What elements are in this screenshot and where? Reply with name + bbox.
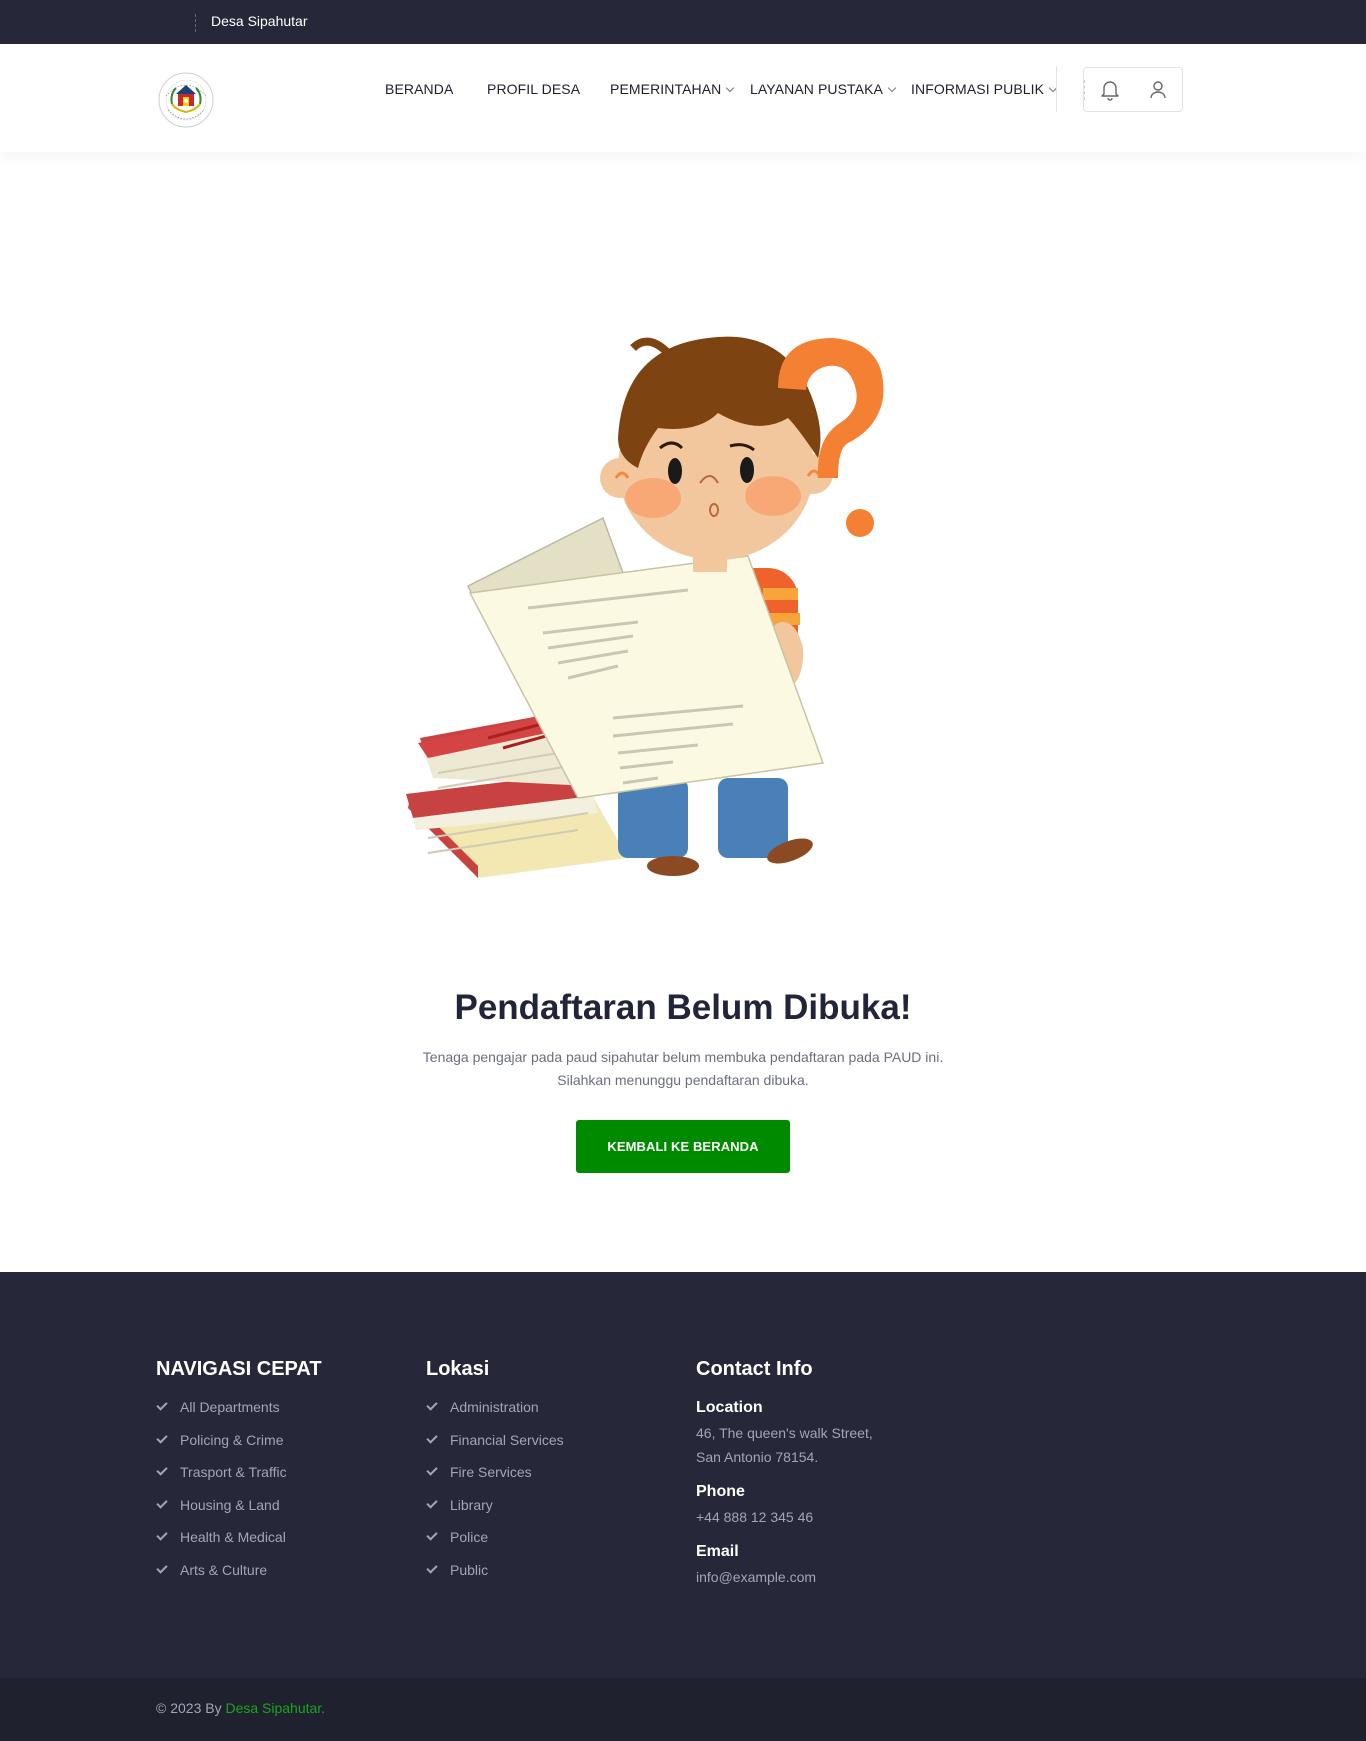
- footer-link[interactable]: Public: [426, 1562, 666, 1595]
- footer-link-label: Trasport & Traffic: [180, 1464, 287, 1480]
- user-icon[interactable]: [1147, 79, 1169, 101]
- footer-contact: Contact Info Location 46, The queen's wa…: [696, 1358, 996, 1603]
- contact-location-label: Location: [696, 1399, 763, 1416]
- back-to-home-button[interactable]: KEMBALI KE BERANDA: [576, 1120, 790, 1173]
- footer-location: Lokasi Administration Financial Services…: [426, 1358, 666, 1594]
- footer-link-label: Fire Services: [450, 1464, 532, 1480]
- footer-link-label: Public: [450, 1561, 489, 1578]
- nav-item-informasi-publik[interactable]: INFORMASI PUBLIK: [911, 81, 1058, 97]
- footer-link-label: Administration: [450, 1399, 539, 1415]
- contact-address-line-2: San Antonio 78154.: [696, 1449, 819, 1465]
- footer-link[interactable]: Policing & Crime: [156, 1432, 396, 1465]
- header-divider: [1056, 66, 1057, 112]
- contact-phone-label: Phone: [696, 1483, 745, 1500]
- footer-link[interactable]: All Departments: [156, 1399, 396, 1432]
- header-actions: [1083, 67, 1183, 112]
- nav-label: PEMERINTAHAN: [610, 81, 722, 97]
- chevron-down-icon: [887, 83, 897, 93]
- copyright-bar: © 2023 By Desa Sipahutar.: [0, 1678, 1366, 1741]
- contact-address-line-1: 46, The queen's walk Street,: [696, 1425, 873, 1441]
- footer-link-label: Police: [450, 1529, 489, 1545]
- bell-icon[interactable]: [1099, 79, 1121, 101]
- footer-link-label: Arts & Culture: [180, 1561, 268, 1578]
- footer-link-label: Library: [450, 1496, 493, 1513]
- footer-link-label: Housing & Land: [180, 1496, 280, 1513]
- footer-link[interactable]: Housing & Land: [156, 1497, 396, 1530]
- nav-label: LAYANAN PUSTAKA: [750, 81, 883, 97]
- copyright-text: © 2023 By Desa Sipahutar.: [156, 1700, 325, 1716]
- check-icon: [156, 1496, 168, 1509]
- footer-link[interactable]: Trasport & Traffic: [156, 1464, 396, 1497]
- nav-label: PROFIL DESA: [487, 81, 581, 97]
- check-icon: [156, 1561, 168, 1574]
- village-logo[interactable]: [156, 70, 216, 130]
- page-title: Pendaftaran Belum Dibuka!: [454, 988, 912, 1027]
- contact-email-label: Email: [696, 1543, 739, 1560]
- footer-contact-title: Contact Info: [696, 1358, 813, 1380]
- description-line-1: Tenaga pengajar pada paud sipahutar belu…: [422, 1049, 944, 1065]
- page-description: Tenaga pengajar pada paud sipahutar belu…: [0, 1046, 1366, 1092]
- check-icon: [426, 1529, 438, 1541]
- contact-email-value[interactable]: info@example.com: [696, 1565, 996, 1589]
- copyright-prefix: © 2023 By: [156, 1700, 222, 1716]
- footer-link-label: Health & Medical: [180, 1529, 286, 1545]
- footer-quick-nav: NAVIGASI CEPAT All Departments Policing …: [156, 1358, 396, 1594]
- nav-item-beranda[interactable]: BERANDA: [385, 81, 453, 97]
- main-header: BERANDA PROFIL DESA PEMERINTAHAN LAYANAN…: [0, 44, 1366, 152]
- check-icon: [156, 1399, 168, 1411]
- nav-item-profil-desa[interactable]: PROFIL DESA: [487, 81, 580, 97]
- nav-label: INFORMASI PUBLIK: [911, 81, 1045, 97]
- footer-link[interactable]: Arts & Culture: [156, 1562, 396, 1595]
- footer-link-label: All Departments: [180, 1399, 280, 1415]
- contact-phone-value[interactable]: +44 888 12 345 46: [696, 1505, 996, 1529]
- nav-item-pemerintahan[interactable]: PEMERINTAHAN: [610, 81, 735, 97]
- footer-link[interactable]: Police: [426, 1529, 666, 1562]
- check-icon: [156, 1464, 168, 1476]
- footer-link[interactable]: Administration: [426, 1399, 666, 1432]
- check-icon: [426, 1561, 438, 1574]
- footer-link[interactable]: Health & Medical: [156, 1529, 396, 1562]
- check-icon: [426, 1399, 438, 1411]
- check-icon: [426, 1464, 438, 1476]
- check-icon: [426, 1496, 438, 1509]
- top-bar-divider: [195, 14, 196, 32]
- contact-location: Location 46, The queen's walk Street, Sa…: [696, 1399, 996, 1469]
- check-icon: [426, 1431, 438, 1444]
- site-footer: NAVIGASI CEPAT All Departments Policing …: [0, 1272, 1366, 1678]
- copyright-brand-link[interactable]: Desa Sipahutar.: [225, 1700, 325, 1716]
- footer-link[interactable]: Financial Services: [426, 1432, 666, 1465]
- contact-email: Email info@example.com: [696, 1543, 996, 1589]
- footer-location-title: Lokasi: [426, 1358, 490, 1380]
- check-icon: [156, 1529, 168, 1541]
- footer-link[interactable]: Library: [426, 1497, 666, 1530]
- confused-child-illustration: [398, 318, 918, 878]
- description-line-2: Silahkan menunggu pendaftaran dibuka.: [557, 1072, 809, 1088]
- nav-label: BERANDA: [385, 81, 454, 97]
- site-name: Desa Sipahutar: [211, 13, 308, 29]
- contact-phone: Phone +44 888 12 345 46: [696, 1483, 996, 1529]
- top-bar: Desa Sipahutar: [0, 0, 1366, 44]
- nav-item-layanan-pustaka[interactable]: LAYANAN PUSTAKA: [750, 81, 897, 97]
- chevron-down-icon: [726, 83, 735, 93]
- footer-link-label: Policing & Crime: [180, 1431, 284, 1448]
- footer-link[interactable]: Fire Services: [426, 1464, 666, 1497]
- check-icon: [156, 1431, 168, 1444]
- action-divider: [1084, 80, 1085, 100]
- footer-link-label: Financial Services: [450, 1431, 564, 1448]
- footer-quick-nav-title: NAVIGASI CEPAT: [156, 1358, 322, 1380]
